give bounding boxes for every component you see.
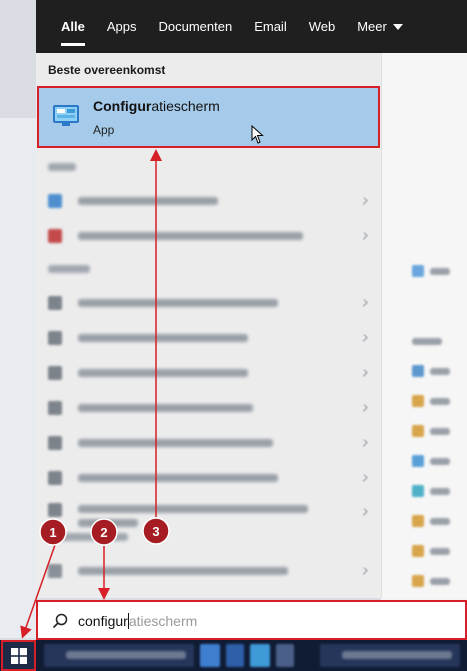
- tab-alle[interactable]: Alle: [50, 0, 96, 53]
- settings-icon: [48, 436, 62, 450]
- list-item[interactable]: [48, 475, 368, 527]
- preview-pane: [381, 53, 467, 598]
- app-icon: [48, 229, 62, 243]
- best-match-title: Configuratiescherm: [93, 98, 220, 114]
- tab-documenten[interactable]: Documenten: [147, 0, 243, 53]
- search-tabs: Alle Apps Documenten Email Web Meer: [36, 0, 467, 53]
- search-input[interactable]: configuratiescherm: [78, 613, 197, 629]
- control-panel-icon: [53, 105, 79, 126]
- list-item[interactable]: [48, 293, 368, 313]
- blurred-category: [48, 265, 90, 273]
- list-item[interactable]: [48, 363, 368, 383]
- tab-apps[interactable]: Apps: [96, 0, 148, 53]
- chevron-right-icon: [360, 439, 368, 447]
- list-item[interactable]: [48, 191, 368, 211]
- search-box[interactable]: configuratiescherm: [36, 600, 467, 640]
- settings-icon: [48, 331, 62, 345]
- chevron-right-icon: [360, 369, 368, 377]
- taskbar-item[interactable]: [226, 644, 244, 667]
- desktop-background-left: [0, 118, 36, 638]
- settings-icon: [48, 296, 62, 310]
- chevron-right-icon: [360, 197, 368, 205]
- taskbar-item[interactable]: [276, 644, 294, 667]
- taskbar: [0, 640, 467, 671]
- mouse-cursor-icon: [251, 125, 264, 144]
- chevron-down-icon: [392, 23, 403, 30]
- chevron-right-icon: [360, 567, 368, 575]
- chevron-right-icon: [360, 404, 368, 412]
- chevron-right-icon: [360, 508, 368, 516]
- tab-meer[interactable]: Meer: [346, 0, 414, 53]
- search-icon: [52, 613, 68, 629]
- list-item[interactable]: [48, 433, 368, 453]
- list-item[interactable]: [48, 328, 368, 348]
- start-button[interactable]: [1, 640, 36, 671]
- taskbar-item[interactable]: [250, 644, 270, 667]
- blurred-category: [48, 163, 76, 171]
- settings-icon: [48, 366, 62, 380]
- results-list: Beste overeenkomst Configuratiescherm Ap…: [36, 53, 381, 598]
- list-item[interactable]: [48, 561, 368, 581]
- blurred-category: [48, 533, 128, 541]
- windows-logo-icon: [10, 647, 27, 664]
- list-item[interactable]: [48, 226, 368, 246]
- chevron-right-icon: [360, 232, 368, 240]
- settings-icon: [48, 401, 62, 415]
- chevron-right-icon: [360, 299, 368, 307]
- settings-icon: [48, 503, 62, 517]
- best-match-result[interactable]: Configuratiescherm App: [37, 86, 380, 148]
- app-icon: [48, 194, 62, 208]
- search-icon: [48, 564, 62, 578]
- taskbar-item[interactable]: [200, 644, 220, 667]
- best-match-heading: Beste overeenkomst: [48, 63, 166, 77]
- start-menu: Alle Apps Documenten Email Web Meer Best…: [36, 0, 467, 598]
- tab-email[interactable]: Email: [243, 0, 298, 53]
- tab-web[interactable]: Web: [298, 0, 347, 53]
- list-item[interactable]: [48, 398, 368, 418]
- best-match-subtitle: App: [93, 123, 115, 137]
- chevron-right-icon: [360, 334, 368, 342]
